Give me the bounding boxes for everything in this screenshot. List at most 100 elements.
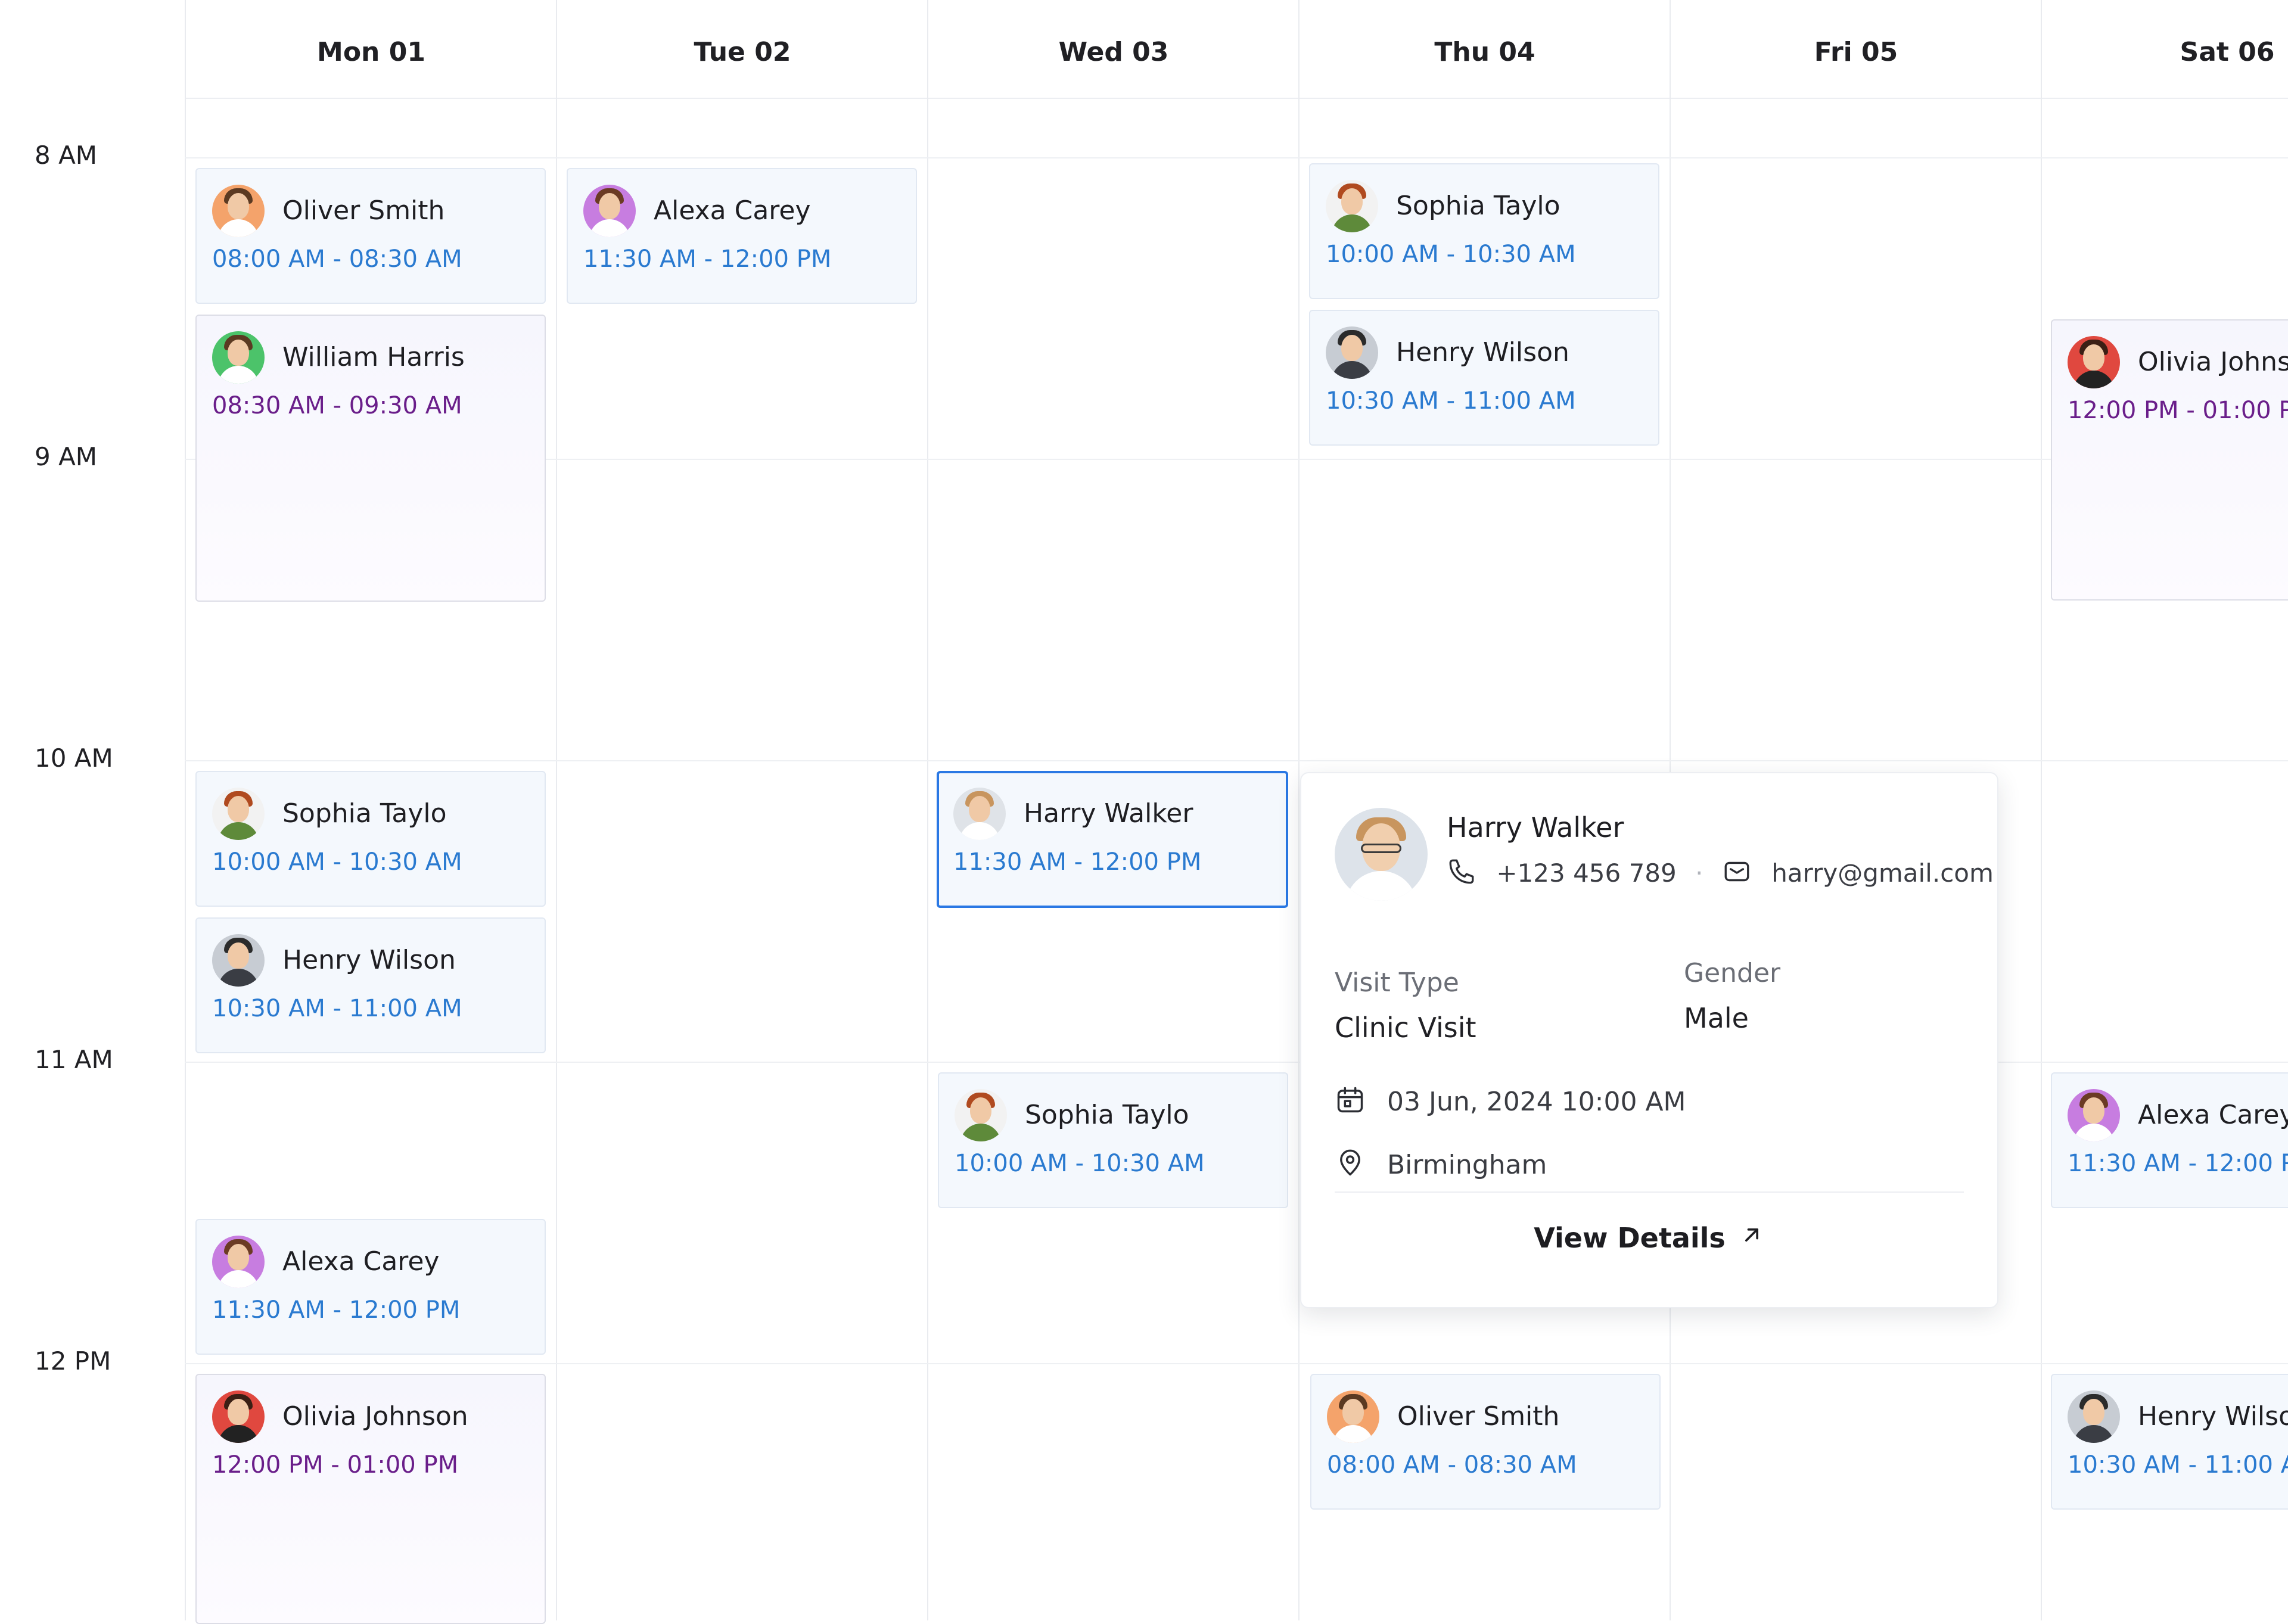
appointment-time: 12:00 PM - 01:00 PM	[212, 1451, 459, 1479]
appointment-time: 11:30 AM - 12:00 PM	[583, 245, 832, 273]
appointment-name: Olivia Johns	[2138, 347, 2288, 377]
avatar	[1327, 1390, 1379, 1443]
separator-dot: ·	[1695, 858, 1703, 888]
appointment-name: Sophia Taylo	[282, 798, 447, 829]
avatar	[212, 185, 265, 237]
datetime-text: 03 Jun, 2024 10:00 AM	[1387, 1086, 1686, 1117]
avatar	[2068, 336, 2120, 388]
view-details-button[interactable]: View Details	[1335, 1194, 1964, 1282]
appointment-time: 11:30 AM - 12:00 PI	[2068, 1150, 2288, 1177]
gender-label: Gender	[1684, 958, 1781, 988]
appointment-name: Sophia Taylo	[1025, 1100, 1189, 1130]
appointment-time: 08:30 AM - 09:30 AM	[212, 392, 462, 419]
grid-line	[185, 760, 2288, 761]
appointment-time: 10:00 AM - 10:30 AM	[955, 1150, 1205, 1177]
patient-avatar	[1335, 808, 1428, 901]
avatar	[2068, 1089, 2120, 1141]
appointment-name: Sophia Taylo	[1396, 191, 1560, 221]
appointment-time: 08:00 AM - 08:30 AM	[212, 245, 462, 273]
arrow-up-right-icon	[1739, 1222, 1765, 1255]
avatar	[212, 788, 265, 840]
appointment-card[interactable]: Oliver Smith 08:00 AM - 08:30 AM	[195, 168, 546, 304]
appointment-time: 10:30 AM - 11:00 AI	[2068, 1451, 2288, 1479]
appointment-time: 11:30 AM - 12:00 PM	[212, 1296, 461, 1324]
visit-type-value: Clinic Visit	[1335, 1012, 1476, 1044]
appointment-card[interactable]: Henry Wilson 10:30 AM - 11:00 AM	[195, 917, 546, 1053]
avatar	[212, 331, 265, 384]
grid-line	[2041, 0, 2042, 1620]
appointment-card[interactable]: Olivia Johns 12:00 PM - 01:00 P	[2051, 319, 2288, 601]
appointment-name: Alexa Carey	[282, 1246, 440, 1277]
appointment-card[interactable]: William Harris 08:30 AM - 09:30 AM	[195, 315, 546, 602]
avatar	[2068, 1390, 2120, 1443]
appointment-time: 10:30 AM - 11:00 AM	[1326, 387, 1576, 415]
appointment-detail-popover: Harry Walker +123 456 789 · harry@gmail.…	[1300, 772, 1998, 1308]
location-pin-icon	[1335, 1147, 1366, 1185]
time-label-8am: 8 AM	[35, 141, 98, 170]
divider	[1335, 1191, 1964, 1193]
calendar-icon	[1335, 1084, 1366, 1122]
appointment-time: 10:30 AM - 11:00 AM	[212, 995, 462, 1022]
appointment-time: 10:00 AM - 10:30 AM	[212, 848, 462, 876]
appointment-name: William Harris	[282, 342, 465, 372]
location-text: Birmingham	[1387, 1149, 1547, 1180]
grid-line	[556, 0, 557, 1620]
appointment-card-selected[interactable]: Harry Walker 11:30 AM - 12:00 PM	[937, 771, 1288, 908]
view-details-label: View Details	[1534, 1222, 1726, 1254]
appointment-card[interactable]: Alexa Carey 11:30 AM - 12:00 PM	[567, 168, 917, 304]
appointment-datetime: 03 Jun, 2024 10:00 AM	[1335, 1084, 1686, 1122]
time-label-12pm: 12 PM	[35, 1346, 111, 1376]
grid-line	[927, 0, 928, 1620]
appointment-name: Henry Wilso	[2138, 1401, 2288, 1432]
time-label-9am: 9 AM	[35, 442, 98, 471]
appointment-card[interactable]: Sophia Taylo 10:00 AM - 10:30 AM	[938, 1072, 1288, 1208]
appointment-card[interactable]: Sophia Taylo 10:00 AM - 10:30 AM	[1309, 163, 1659, 299]
appointment-time: 08:00 AM - 08:30 AM	[1327, 1451, 1577, 1479]
appointment-card[interactable]: Oliver Smith 08:00 AM - 08:30 AM	[1310, 1374, 1661, 1510]
gender-value: Male	[1684, 1002, 1749, 1034]
appointment-location: Birmingham	[1335, 1147, 1547, 1185]
avatar	[212, 1236, 265, 1288]
appointment-card[interactable]: Alexa Carey 11:30 AM - 12:00 PI	[2051, 1072, 2288, 1208]
avatar	[955, 1089, 1007, 1141]
day-header-wed: Wed 03	[1058, 37, 1169, 67]
day-header-sat: Sat 06	[2180, 37, 2275, 67]
appointment-card[interactable]: Olivia Johnson 12:00 PM - 01:00 PM	[195, 1374, 546, 1624]
avatar	[583, 185, 636, 237]
appointment-name: Oliver Smith	[1397, 1401, 1560, 1432]
patient-contact: +123 456 789 · harry@gmail.com	[1447, 857, 1994, 892]
time-label-11am: 11 AM	[35, 1045, 113, 1074]
appointment-card[interactable]: Henry Wilso 10:30 AM - 11:00 AI	[2051, 1374, 2288, 1510]
day-header-mon: Mon 01	[317, 37, 425, 67]
avatar	[1326, 326, 1378, 379]
avatar	[953, 788, 1006, 840]
phone-icon	[1447, 857, 1476, 892]
appointment-card[interactable]: Alexa Carey 11:30 AM - 12:00 PM	[195, 1219, 546, 1355]
visit-type-label: Visit Type	[1335, 967, 1459, 998]
appointment-card[interactable]: Henry Wilson 10:30 AM - 11:00 AM	[1309, 310, 1659, 446]
mail-icon	[1722, 857, 1752, 892]
day-header-tue: Tue 02	[694, 37, 791, 67]
appointment-name: Olivia Johnson	[282, 1401, 468, 1432]
patient-phone[interactable]: +123 456 789	[1496, 858, 1676, 888]
appointment-name: Henry Wilson	[282, 945, 456, 975]
grid-line	[185, 0, 186, 1620]
avatar	[212, 1390, 265, 1443]
avatar	[1326, 180, 1378, 232]
grid-line	[185, 157, 2288, 158]
appointment-card[interactable]: Sophia Taylo 10:00 AM - 10:30 AM	[195, 771, 546, 907]
patient-email[interactable]: harry@gmail.com	[1771, 858, 1994, 888]
grid-line	[185, 1363, 2288, 1364]
grid-line	[1298, 0, 1300, 1620]
appointment-time: 12:00 PM - 01:00 P	[2068, 397, 2288, 424]
day-header-fri: Fri 05	[1814, 37, 1898, 67]
day-header-thu: Thu 04	[1434, 37, 1535, 67]
appointment-name: Alexa Carey	[2138, 1100, 2288, 1130]
appointment-time: 10:00 AM - 10:30 AM	[1326, 241, 1576, 268]
patient-name: Harry Walker	[1447, 811, 1624, 844]
appointment-name: Alexa Carey	[654, 195, 811, 226]
appointment-name: Oliver Smith	[282, 195, 445, 226]
appointment-name: Harry Walker	[1024, 798, 1193, 829]
time-label-10am: 10 AM	[35, 743, 113, 773]
avatar	[212, 934, 265, 987]
